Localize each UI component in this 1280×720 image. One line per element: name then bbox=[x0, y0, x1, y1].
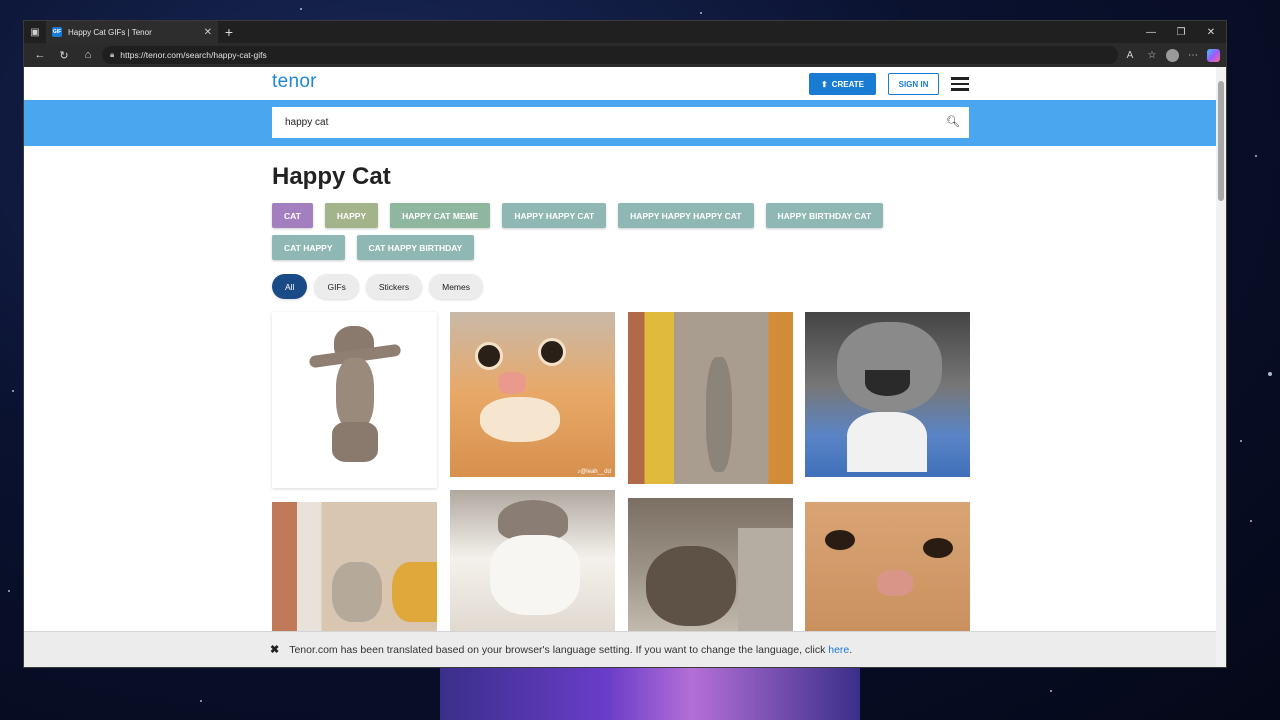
page-title: Happy Cat bbox=[272, 163, 391, 190]
tag-chip[interactable]: CAT HAPPY bbox=[272, 235, 345, 260]
background-avatar bbox=[440, 660, 860, 720]
gif-cat-by-door[interactable] bbox=[272, 502, 437, 642]
filter-stickers[interactable]: Stickers bbox=[365, 274, 423, 299]
main-content: Happy Cat CAT HAPPY HAPPY CAT MEME HAPPY HA… bbox=[272, 146, 972, 299]
tag-chip[interactable]: HAPPY HAPPY CAT bbox=[502, 203, 607, 228]
title-bar: ▣ GIF Happy Cat GIFs | Tenor ✕ + — ❐ ✕ bbox=[24, 21, 1226, 43]
sidebar-toggle-icon[interactable]: ▣ bbox=[24, 27, 46, 38]
tenor-logo[interactable]: tenor bbox=[272, 71, 317, 93]
create-label: CREATE bbox=[831, 79, 864, 89]
site-header: tenor ⬆ CREATE SIGN IN bbox=[24, 67, 1226, 100]
home-icon[interactable]: ⌂ bbox=[78, 49, 98, 61]
notice-text: Tenor.com has been translated based on y… bbox=[289, 643, 853, 656]
search-icon[interactable]: 🔍︎ bbox=[946, 115, 960, 128]
web-page: tenor ⬆ CREATE SIGN IN 🔍︎ Happy Cat CATH… bbox=[24, 67, 1226, 667]
gif-white-cat-arms-out[interactable] bbox=[450, 490, 615, 642]
search-input[interactable] bbox=[272, 107, 969, 138]
gif-watermark: ♪@leah__dd bbox=[577, 469, 611, 475]
lock-icon: 🔒︎ bbox=[110, 50, 115, 59]
back-icon[interactable]: ← bbox=[30, 49, 50, 61]
url-field[interactable]: 🔒︎ https://tenor.com/search/happy-cat-gi… bbox=[102, 46, 1118, 64]
notice-here-link[interactable]: here bbox=[828, 644, 849, 656]
tag-chip[interactable]: CAT bbox=[272, 203, 313, 228]
page-scrollbar[interactable] bbox=[1216, 67, 1226, 667]
gif-grey-cat-laughing[interactable] bbox=[805, 312, 970, 477]
more-options-icon[interactable]: ⋯ bbox=[1185, 50, 1201, 61]
address-actions: A ☆ ⋯ bbox=[1122, 48, 1220, 62]
copilot-icon[interactable] bbox=[1207, 48, 1220, 62]
filter-memes[interactable]: Memes bbox=[429, 274, 483, 299]
filter-gifs[interactable]: GIFs bbox=[314, 274, 359, 299]
gif-dancing-cat-white[interactable] bbox=[272, 312, 437, 488]
new-tab-icon[interactable]: + bbox=[218, 24, 240, 40]
gif-cat-sleeping-couch[interactable] bbox=[628, 498, 793, 642]
translation-notice: ✖ Tenor.com has been translated based on… bbox=[24, 631, 1218, 667]
search-band: 🔍︎ bbox=[24, 100, 1226, 146]
related-tags: CAT HAPPY HAPPY CAT MEME HAPPY HAPPY CAT HAP… bbox=[272, 203, 932, 260]
browser-tab[interactable]: GIF Happy Cat GIFs | Tenor ✕ bbox=[46, 21, 218, 43]
gif-orange-cat-closeup[interactable]: ♪@leah__dd bbox=[450, 312, 615, 477]
tag-chip[interactable]: HAPPY BIRTHDAY CAT bbox=[765, 203, 884, 228]
gif-orange-cat-face-closeup[interactable] bbox=[805, 490, 970, 642]
window-controls: — ❐ ✕ bbox=[1136, 27, 1226, 38]
address-bar: ← ↻ ⌂ 🔒︎ https://tenor.com/search/happy-… bbox=[24, 43, 1226, 67]
filter-all[interactable]: All bbox=[272, 274, 308, 299]
profile-avatar-icon[interactable] bbox=[1166, 48, 1179, 62]
upload-icon: ⬆ bbox=[821, 79, 828, 89]
favorite-star-icon[interactable]: ☆ bbox=[1144, 50, 1160, 61]
tag-chip[interactable]: HAPPY CAT MEME bbox=[390, 203, 491, 228]
reload-icon[interactable]: ↻ bbox=[54, 49, 74, 62]
tag-chip[interactable]: HAPPY bbox=[324, 203, 379, 228]
tab-close-icon[interactable]: ✕ bbox=[204, 27, 212, 38]
restore-icon[interactable]: ❐ bbox=[1166, 27, 1196, 38]
close-window-icon[interactable]: ✕ bbox=[1196, 27, 1226, 38]
tab-title: Happy Cat GIFs | Tenor bbox=[68, 27, 152, 37]
create-button[interactable]: ⬆ CREATE bbox=[809, 73, 876, 95]
hamburger-menu-icon[interactable] bbox=[951, 77, 969, 94]
tag-chip[interactable]: HAPPY HAPPY HAPPY CAT bbox=[618, 203, 754, 228]
gif-cat-standing-doorway[interactable] bbox=[628, 312, 793, 484]
tenor-favicon-icon: GIF bbox=[52, 27, 62, 37]
sign-in-button[interactable]: SIGN IN bbox=[888, 73, 939, 95]
tag-chip[interactable]: CAT HAPPY BIRTHDAY bbox=[356, 235, 475, 260]
read-aloud-icon[interactable]: A bbox=[1122, 50, 1138, 61]
minimize-icon[interactable]: — bbox=[1136, 27, 1166, 38]
content-filters: All GIFs Stickers Memes bbox=[272, 274, 972, 299]
notice-close-icon[interactable]: ✖ bbox=[270, 643, 279, 656]
url-text: https://tenor.com/search/happy-cat-gifs bbox=[120, 50, 267, 60]
browser-window: ▣ GIF Happy Cat GIFs | Tenor ✕ + — ❐ ✕ ←… bbox=[23, 20, 1227, 668]
